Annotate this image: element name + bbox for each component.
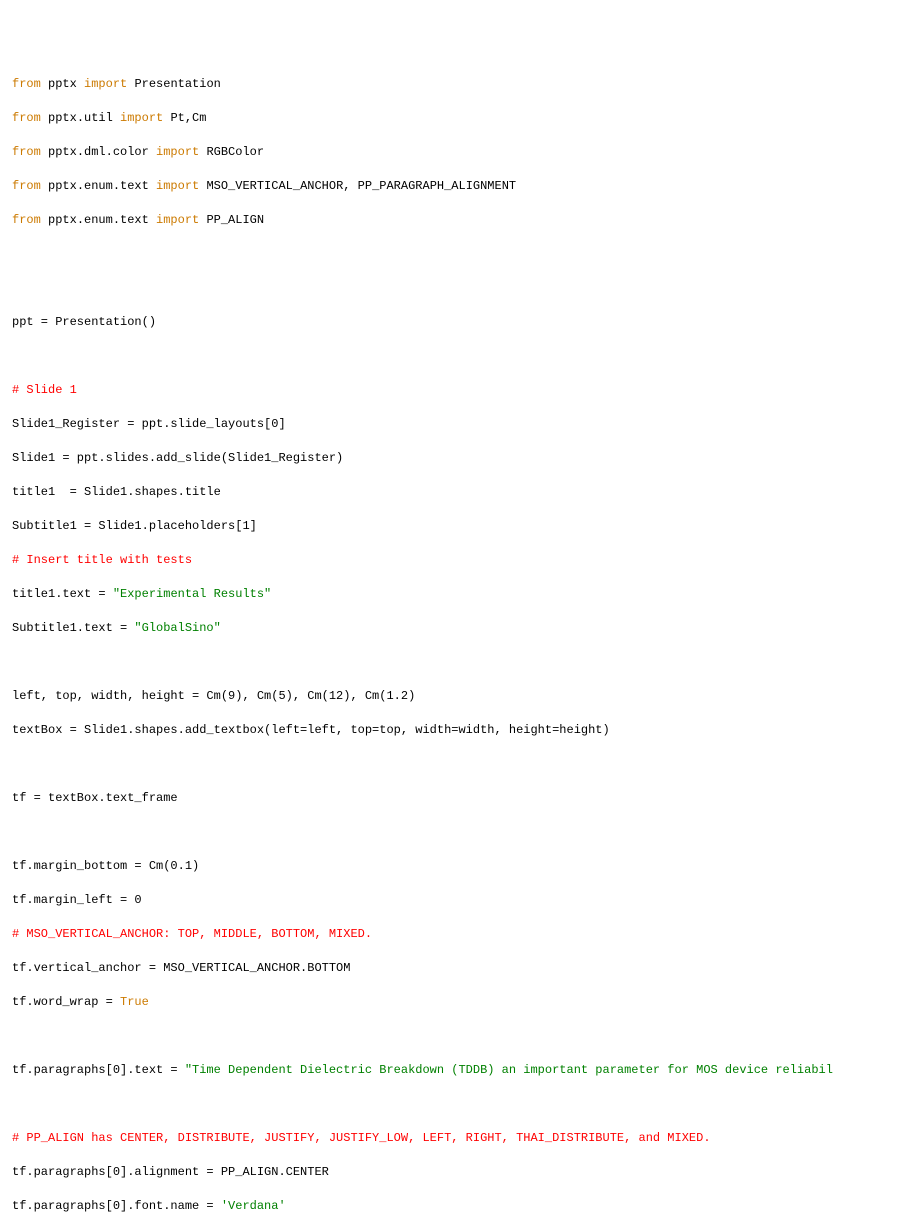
literal-true: True: [120, 995, 149, 1009]
code-line: [12, 1096, 901, 1113]
keyword-from: from: [12, 213, 41, 227]
code-line: tf = textBox.text_frame: [12, 790, 901, 807]
code-text: pptx: [41, 77, 84, 91]
code-line: tf.paragraphs[0].alignment = PP_ALIGN.CE…: [12, 1164, 901, 1181]
code-line: from pptx.enum.text import MSO_VERTICAL_…: [12, 178, 901, 195]
code-line: Subtitle1.text = "GlobalSino": [12, 620, 901, 637]
code-line: from pptx.dml.color import RGBColor: [12, 144, 901, 161]
code-line: [12, 280, 901, 297]
code-line: from pptx.enum.text import PP_ALIGN: [12, 212, 901, 229]
keyword-from: from: [12, 111, 41, 125]
string-literal: 'Verdana': [221, 1199, 286, 1213]
code-text: tf.word_wrap =: [12, 995, 120, 1009]
comment-line: # Insert title with tests: [12, 552, 901, 569]
code-line: [12, 246, 901, 263]
keyword-import: import: [156, 213, 199, 227]
code-line: [12, 348, 901, 365]
string-literal: "Time Dependent Dielectric Breakdown (TD…: [185, 1063, 833, 1077]
code-text: RGBColor: [199, 145, 264, 159]
code-text: pptx.dml.color: [41, 145, 156, 159]
code-text: title1.text =: [12, 587, 113, 601]
code-line: Subtitle1 = Slide1.placeholders[1]: [12, 518, 901, 535]
keyword-import: import: [84, 77, 127, 91]
keyword-import: import: [156, 145, 199, 159]
comment-line: # PP_ALIGN has CENTER, DISTRIBUTE, JUSTI…: [12, 1130, 901, 1147]
code-line: tf.paragraphs[0].font.name = 'Verdana': [12, 1198, 901, 1215]
code-text: pptx.enum.text: [41, 179, 156, 193]
code-text: Subtitle1.text =: [12, 621, 134, 635]
code-line: tf.margin_left = 0: [12, 892, 901, 909]
code-line: textBox = Slide1.shapes.add_textbox(left…: [12, 722, 901, 739]
code-line: title1.text = "Experimental Results": [12, 586, 901, 603]
code-line: from pptx import Presentation: [12, 76, 901, 93]
code-line: [12, 824, 901, 841]
code-line: left, top, width, height = Cm(9), Cm(5),…: [12, 688, 901, 705]
code-text: tf.paragraphs[0].text =: [12, 1063, 185, 1077]
keyword-from: from: [12, 77, 41, 91]
code-text: PP_ALIGN: [199, 213, 264, 227]
code-line: from pptx.util import Pt,Cm: [12, 110, 901, 127]
code-text: pptx.util: [41, 111, 120, 125]
keyword-from: from: [12, 179, 41, 193]
code-line: tf.vertical_anchor = MSO_VERTICAL_ANCHOR…: [12, 960, 901, 977]
code-text: Pt,Cm: [163, 111, 206, 125]
code-line: Slide1_Register = ppt.slide_layouts[0]: [12, 416, 901, 433]
keyword-import: import: [156, 179, 199, 193]
code-line: Slide1 = ppt.slides.add_slide(Slide1_Reg…: [12, 450, 901, 467]
code-text: tf.paragraphs[0].font.name =: [12, 1199, 221, 1213]
comment-line: # Slide 1: [12, 382, 901, 399]
code-line: tf.margin_bottom = Cm(0.1): [12, 858, 901, 875]
comment-line: # MSO_VERTICAL_ANCHOR: TOP, MIDDLE, BOTT…: [12, 926, 901, 943]
string-literal: "GlobalSino": [134, 621, 220, 635]
code-line: title1 = Slide1.shapes.title: [12, 484, 901, 501]
code-line: [12, 756, 901, 773]
code-line: [12, 654, 901, 671]
code-line: tf.paragraphs[0].text = "Time Dependent …: [12, 1062, 901, 1079]
code-text: pptx.enum.text: [41, 213, 156, 227]
code-text: Presentation: [127, 77, 221, 91]
string-literal: "Experimental Results": [113, 587, 271, 601]
code-line: tf.word_wrap = True: [12, 994, 901, 1011]
code-line: ppt = Presentation(): [12, 314, 901, 331]
keyword-import: import: [120, 111, 163, 125]
code-text: MSO_VERTICAL_ANCHOR, PP_PARAGRAPH_ALIGNM…: [199, 179, 516, 193]
code-line: [12, 1028, 901, 1045]
keyword-from: from: [12, 145, 41, 159]
